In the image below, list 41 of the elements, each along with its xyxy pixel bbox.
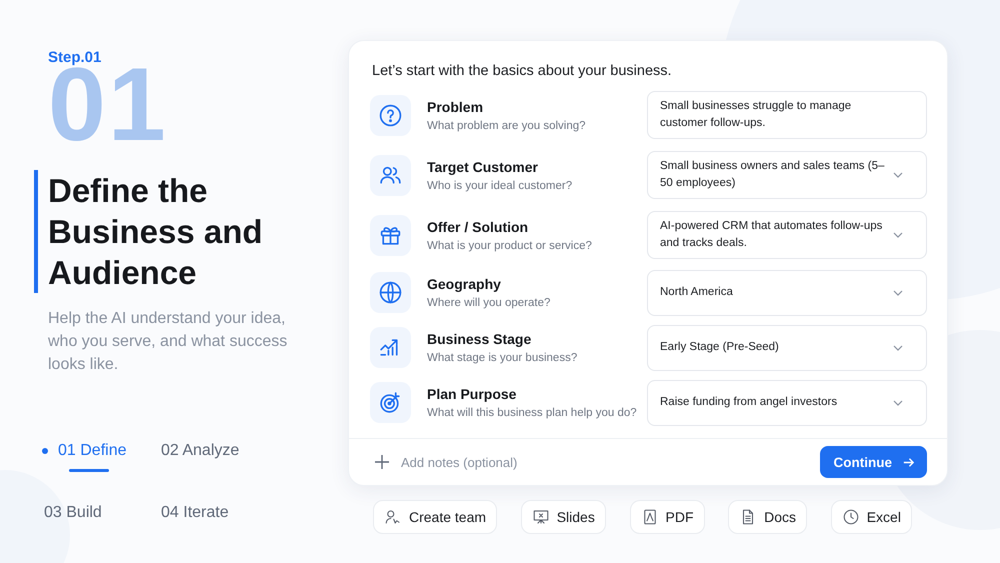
dropdown[interactable]: Small business owners and sales teams (5–50 employees) — [647, 151, 927, 199]
help-icon — [378, 102, 403, 128]
export-button[interactable]: Docs — [728, 500, 808, 534]
field-hint: Where will you operate? — [427, 297, 552, 309]
dropdown[interactable]: AI-powered CRM that automates follow-ups and tracks deals. — [647, 211, 927, 259]
step-tab[interactable]: 02 Analyze — [151, 438, 240, 472]
continue-button[interactable]: Continue — [820, 446, 927, 478]
description: Help the AI understand your idea, who you serve, and what success looks like. — [48, 309, 288, 375]
field-label: Business Stage — [427, 331, 532, 347]
field-hint: What stage is your business? — [427, 352, 578, 364]
export-button[interactable]: Slides — [520, 500, 606, 534]
step-tab[interactable]: 01 Define — [34, 438, 126, 472]
field-label: Problem — [427, 98, 484, 114]
field-hint: What is your product or service? — [427, 240, 593, 252]
notes-field[interactable]: Add notes (optional) — [401, 454, 820, 470]
step-tab[interactable]: 03 Build — [34, 500, 102, 534]
arrow-right-icon — [902, 456, 915, 468]
step-label: Step.01 — [48, 49, 102, 66]
text-field[interactable]: Small businesses struggle to manage customer follow-ups. — [647, 91, 927, 139]
globe-icon — [378, 280, 403, 305]
dropdown[interactable]: Early Stage (Pre-Seed) — [647, 324, 927, 370]
field-label: Offer / Solution — [427, 218, 530, 234]
step-tab[interactable]: 04 Iterate — [151, 500, 229, 534]
field-hint: Who is your ideal customer? — [427, 180, 574, 192]
export-button[interactable]: Excel — [830, 500, 912, 534]
plus-icon[interactable] — [373, 453, 391, 471]
field-label: Geography — [427, 276, 502, 292]
dropdown[interactable]: North America — [647, 270, 927, 316]
presentation-icon — [532, 508, 550, 526]
export-button[interactable]: Create team — [373, 500, 498, 534]
field-label: Plan Purpose — [427, 386, 518, 402]
field-label: Target Customer — [427, 158, 539, 174]
team-icon — [384, 508, 402, 526]
step-number: 01 — [48, 66, 168, 144]
dropdown[interactable]: Raise funding from angel investors — [647, 380, 927, 426]
card-heading: Let’s start with the basics about your business. — [371, 62, 673, 81]
export-button[interactable]: PDF — [630, 500, 704, 534]
page-title: Define the Business and Audience — [34, 170, 298, 293]
clock-icon — [842, 508, 860, 526]
field-hint: What problem are you solving? — [427, 120, 587, 132]
field-hint: What will this business plan help you do? — [427, 407, 638, 419]
